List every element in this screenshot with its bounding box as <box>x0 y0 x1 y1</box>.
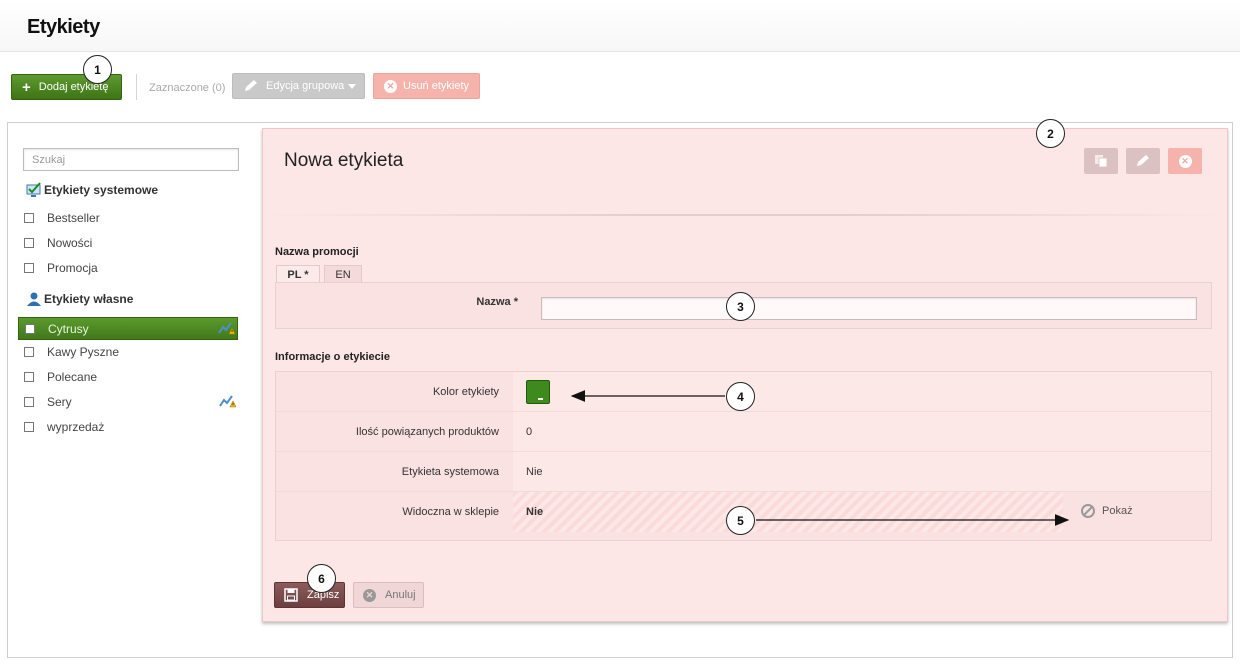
panel-title: Nowa etykieta <box>284 150 404 171</box>
page-header: Etykiety <box>0 0 1240 52</box>
checkbox[interactable] <box>25 323 35 334</box>
copy-icon <box>1095 155 1108 168</box>
tab-pl[interactable]: PL * <box>276 265 320 283</box>
info-row-products: Ilość powiązanych produktów 0 <box>276 412 1211 452</box>
toolbar: + Dodaj etykietę Zaznaczone (0) Edycja g… <box>0 70 1240 104</box>
checkbox[interactable] <box>24 421 34 432</box>
checkbox[interactable] <box>24 371 34 382</box>
group-edit-button[interactable]: Edycja grupowa <box>232 73 365 99</box>
list-item[interactable]: wyprzedaż <box>18 416 238 437</box>
search-input[interactable] <box>23 148 239 171</box>
close-circle-icon: ✕ <box>1178 154 1192 168</box>
cancel-button-text: Anuluj <box>385 589 416 601</box>
callout-4: 4 <box>726 382 755 411</box>
list-item[interactable]: Promocja <box>18 257 238 278</box>
show-toggle-text: Pokaż <box>1102 505 1133 517</box>
checkbox[interactable] <box>24 262 34 273</box>
system-labels-heading: Etykiety systemowe <box>26 182 158 198</box>
callout-2: 2 <box>1036 119 1065 148</box>
info-row-value: Nie <box>513 452 1211 491</box>
chevron-down-icon <box>348 84 356 89</box>
info-row-label: Widoczna w sklepie <box>402 506 499 518</box>
copy-button[interactable] <box>1084 148 1118 174</box>
sidebar: Etykiety systemowe Bestseller Nowości Pr… <box>8 123 253 657</box>
callout-6: 6 <box>307 564 336 593</box>
list-item-label: Nowości <box>47 235 93 250</box>
list-item[interactable]: Kawy Pyszne <box>18 341 238 362</box>
callout-3: 3 <box>726 292 755 321</box>
checkbox[interactable] <box>24 396 34 407</box>
chart-warning-icon <box>219 395 236 408</box>
system-labels-heading-text: Etykiety systemowe <box>44 183 159 197</box>
delete-button[interactable]: ✕ <box>1168 148 1202 174</box>
delete-labels-button-text: Usuń etykiety <box>403 80 470 92</box>
checkbox[interactable] <box>24 212 34 223</box>
info-row-label: Etykieta systemowa <box>401 465 499 478</box>
toolbar-divider <box>136 74 137 100</box>
list-item-label: Polecane <box>47 369 98 384</box>
info-row-label: Kolor etykiety <box>432 385 499 398</box>
close-circle-icon: ✕ <box>363 588 376 602</box>
monitor-check-icon <box>26 182 41 197</box>
close-circle-icon: ✕ <box>384 79 397 93</box>
list-item[interactable]: Nowości <box>18 232 238 253</box>
ban-icon <box>1081 504 1095 518</box>
list-item-label: Bestseller <box>47 210 100 225</box>
main-container: Etykiety systemowe Bestseller Nowości Pr… <box>7 122 1233 658</box>
list-item-label: wyprzedaż <box>47 419 105 434</box>
name-input[interactable] <box>541 297 1197 320</box>
list-item[interactable]: Polecane <box>18 366 238 387</box>
edit-button[interactable] <box>1126 148 1160 174</box>
section-title-name: Nazwa promocji <box>275 246 359 258</box>
pencil-icon <box>1137 155 1149 166</box>
section-title-info: Informacje o etykiecie <box>275 351 390 363</box>
info-row-value: 0 <box>513 412 1211 451</box>
info-row-value: Nie <box>513 492 1063 532</box>
own-labels-heading: Etykiety własne <box>26 291 133 307</box>
cancel-button[interactable]: ✕ Anuluj <box>353 582 424 608</box>
checkbox[interactable] <box>24 237 34 248</box>
list-item-label: Sery <box>47 394 72 409</box>
group-edit-button-text: Edycja grupowa <box>266 80 345 92</box>
info-row-label: Ilość powiązanych produktów <box>355 425 499 438</box>
panel-divider <box>263 214 1227 216</box>
plus-icon: + <box>22 78 31 96</box>
label-edit-panel: Nowa etykieta ✕ Nazwa promocji PL * EN N… <box>262 128 1228 622</box>
info-row-value <box>513 372 1211 411</box>
checkbox[interactable] <box>24 346 34 357</box>
list-item-label: Kawy Pyszne <box>47 344 120 359</box>
show-toggle-link[interactable]: Pokaż <box>1081 504 1133 518</box>
callout-1: 1 <box>83 55 112 84</box>
chart-warning-icon <box>218 322 235 335</box>
pencil-icon <box>245 80 257 91</box>
list-item[interactable]: Bestseller <box>18 207 238 228</box>
floppy-disk-icon <box>284 588 298 602</box>
selected-count: Zaznaczone (0) <box>149 82 226 94</box>
tab-en[interactable]: EN <box>324 265 362 283</box>
user-icon <box>27 292 41 306</box>
info-row-system: Etykieta systemowa Nie <box>276 452 1211 492</box>
delete-labels-button[interactable]: ✕ Usuń etykiety <box>373 73 480 99</box>
list-item-label: Promocja <box>47 260 98 275</box>
page-title: Etykiety <box>27 16 100 38</box>
list-item[interactable]: Cytrusy <box>18 317 238 340</box>
list-item-label: Cytrusy <box>48 321 89 336</box>
name-field-label: Nazwa * <box>476 296 518 308</box>
own-labels-heading-text: Etykiety własne <box>44 292 134 306</box>
color-picker-button[interactable] <box>526 379 550 404</box>
list-item[interactable]: Sery <box>18 391 238 412</box>
callout-5: 5 <box>726 506 755 535</box>
